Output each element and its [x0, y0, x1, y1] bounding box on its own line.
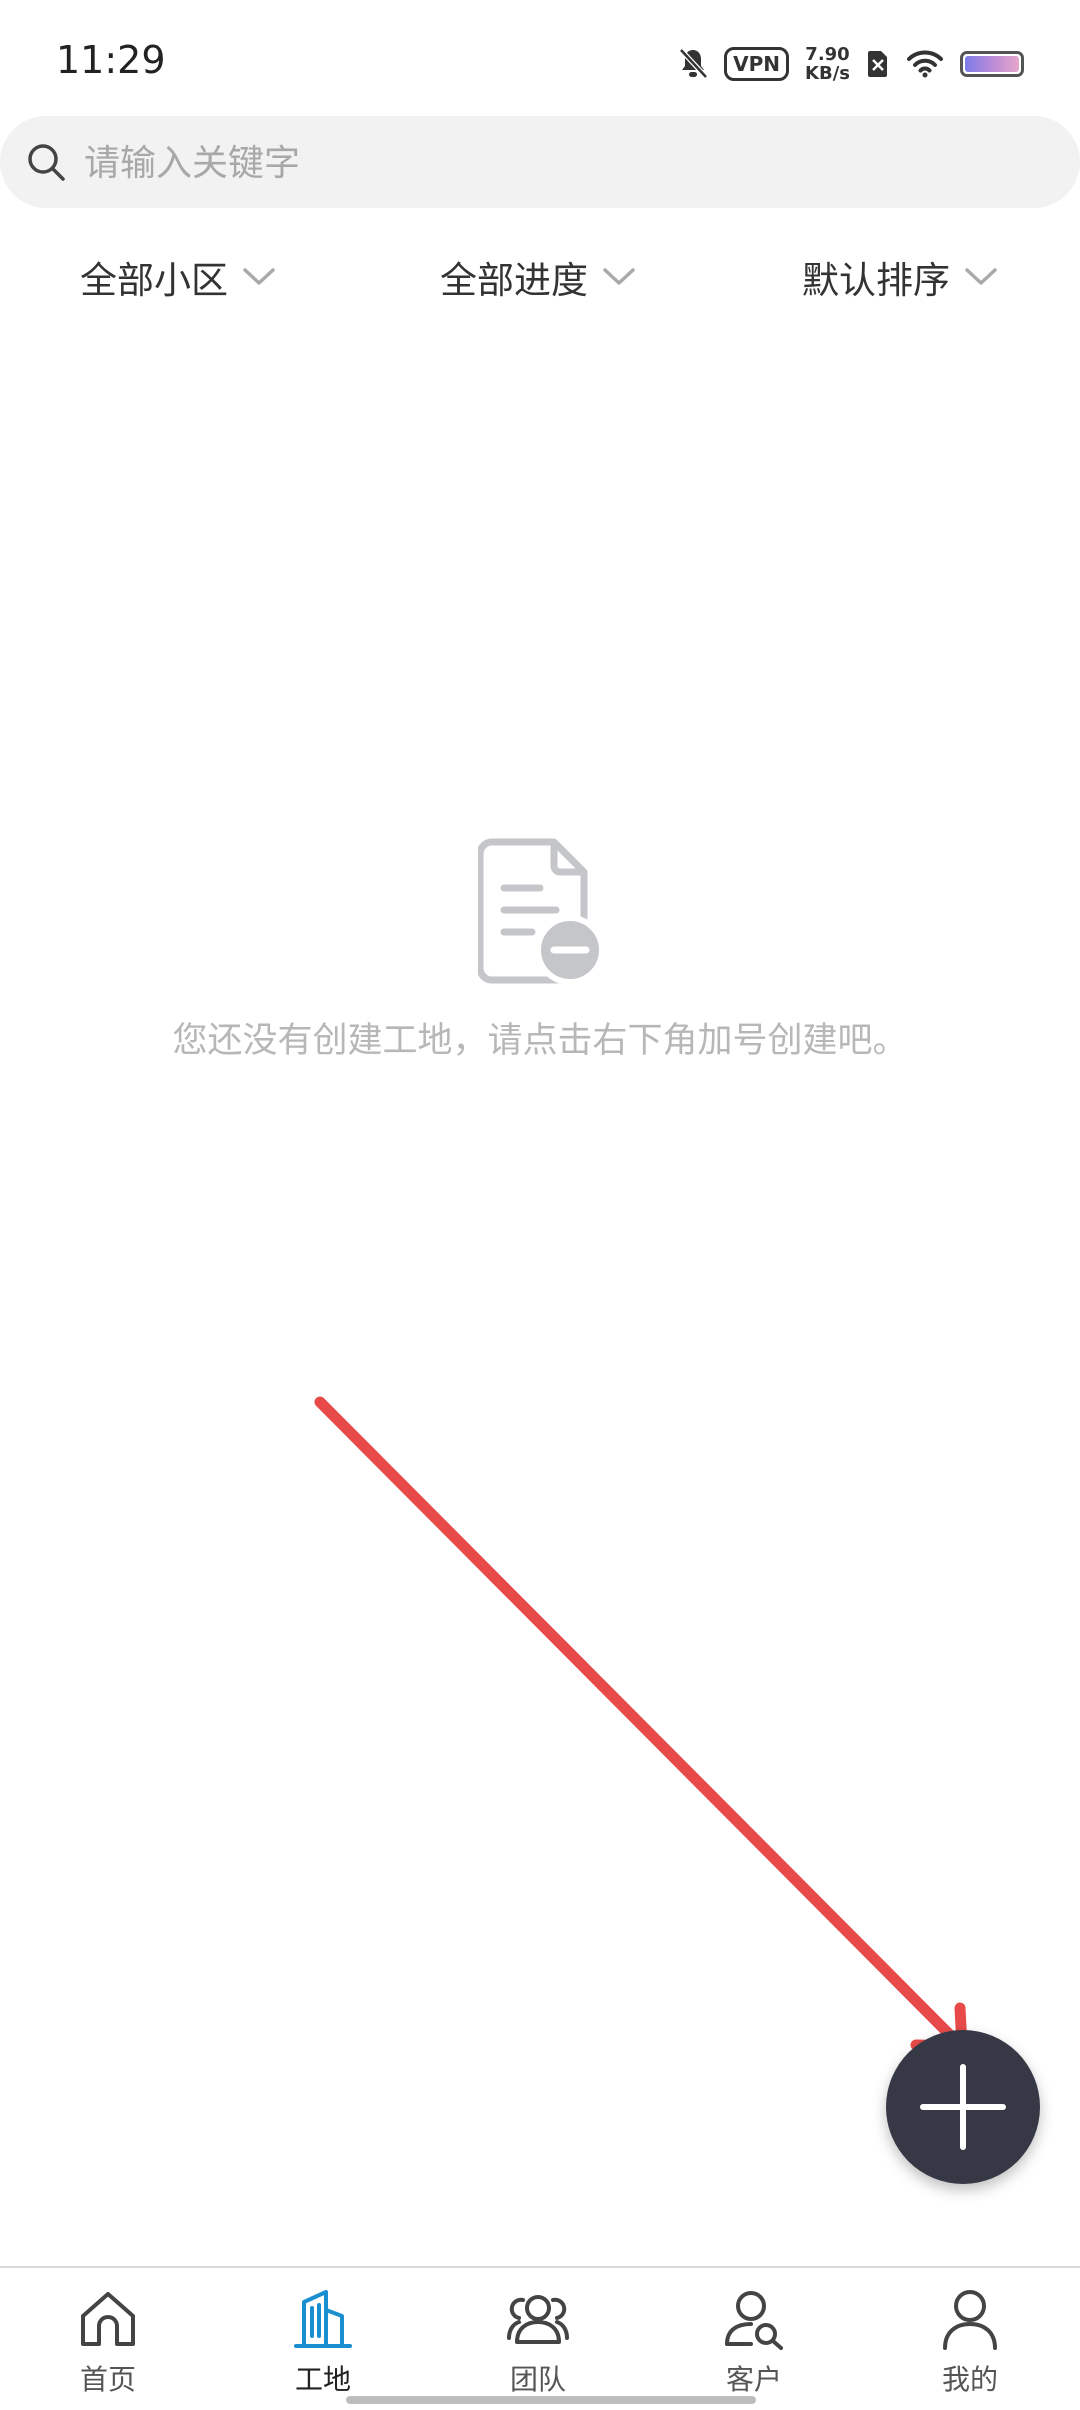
no-sim-icon: [868, 51, 887, 77]
battery-icon: [960, 51, 1024, 77]
nav-item-customer[interactable]: 客户: [674, 2286, 834, 2398]
empty-state-message: 您还没有创建工地，请点击右下角加号创建吧。: [172, 1021, 908, 1061]
profile-icon: [943, 2290, 997, 2350]
customer-search-icon: [725, 2291, 783, 2350]
network-speed-value: 7.90: [805, 44, 850, 65]
add-site-button[interactable]: [886, 2030, 1040, 2184]
chevron-down-icon: [603, 268, 635, 285]
status-bar: 11:29 VPN 7.90 KB/s: [0, 0, 1080, 120]
vpn-badge: VPN: [724, 47, 790, 81]
network-speed: 7.90 KB/s: [805, 45, 850, 83]
chevron-down-icon: [243, 268, 275, 285]
document-minus-icon: [478, 838, 604, 985]
home-icon: [81, 2292, 135, 2346]
battery-level: [965, 56, 1019, 72]
bell-off-icon: [679, 48, 708, 79]
filter-community[interactable]: 全部小区: [80, 250, 276, 304]
search-icon: [28, 144, 65, 181]
network-speed-unit: KB/s: [805, 63, 850, 84]
nav-item-home[interactable]: 首页: [28, 2286, 188, 2398]
nav-item-label: 团队: [509, 2363, 566, 2396]
nav-item-label: 工地: [294, 2363, 351, 2396]
status-icons: VPN 7.90 KB/s: [678, 36, 1024, 92]
status-time: 11:29: [56, 38, 166, 82]
building-icon: [294, 2290, 352, 2348]
filter-bar: 全部小区 全部进度 默认排序: [0, 250, 1080, 320]
wifi-icon: [907, 50, 943, 78]
chevron-down-icon: [965, 268, 997, 285]
nav-item-profile[interactable]: 我的: [890, 2286, 1050, 2398]
nav-item-team[interactable]: 团队: [458, 2286, 618, 2398]
team-icon: [507, 2295, 569, 2344]
filter-community-label: 全部小区: [80, 259, 228, 302]
nav-item-label: 首页: [79, 2363, 136, 2396]
nav-item-label: 客户: [725, 2363, 782, 2396]
search-bar[interactable]: [0, 116, 1080, 208]
filter-progress[interactable]: 全部进度: [440, 250, 636, 304]
filter-sort-label: 默认排序: [802, 259, 950, 302]
search-input[interactable]: [82, 126, 986, 200]
home-indicator[interactable]: [346, 2396, 756, 2404]
filter-sort[interactable]: 默认排序: [802, 250, 998, 304]
nav-item-label: 我的: [941, 2363, 998, 2396]
filter-progress-label: 全部进度: [440, 259, 588, 302]
bottom-nav: 首页 工地 团队 客户 我的: [0, 2266, 1080, 2410]
nav-item-site[interactable]: 工地: [243, 2286, 403, 2398]
